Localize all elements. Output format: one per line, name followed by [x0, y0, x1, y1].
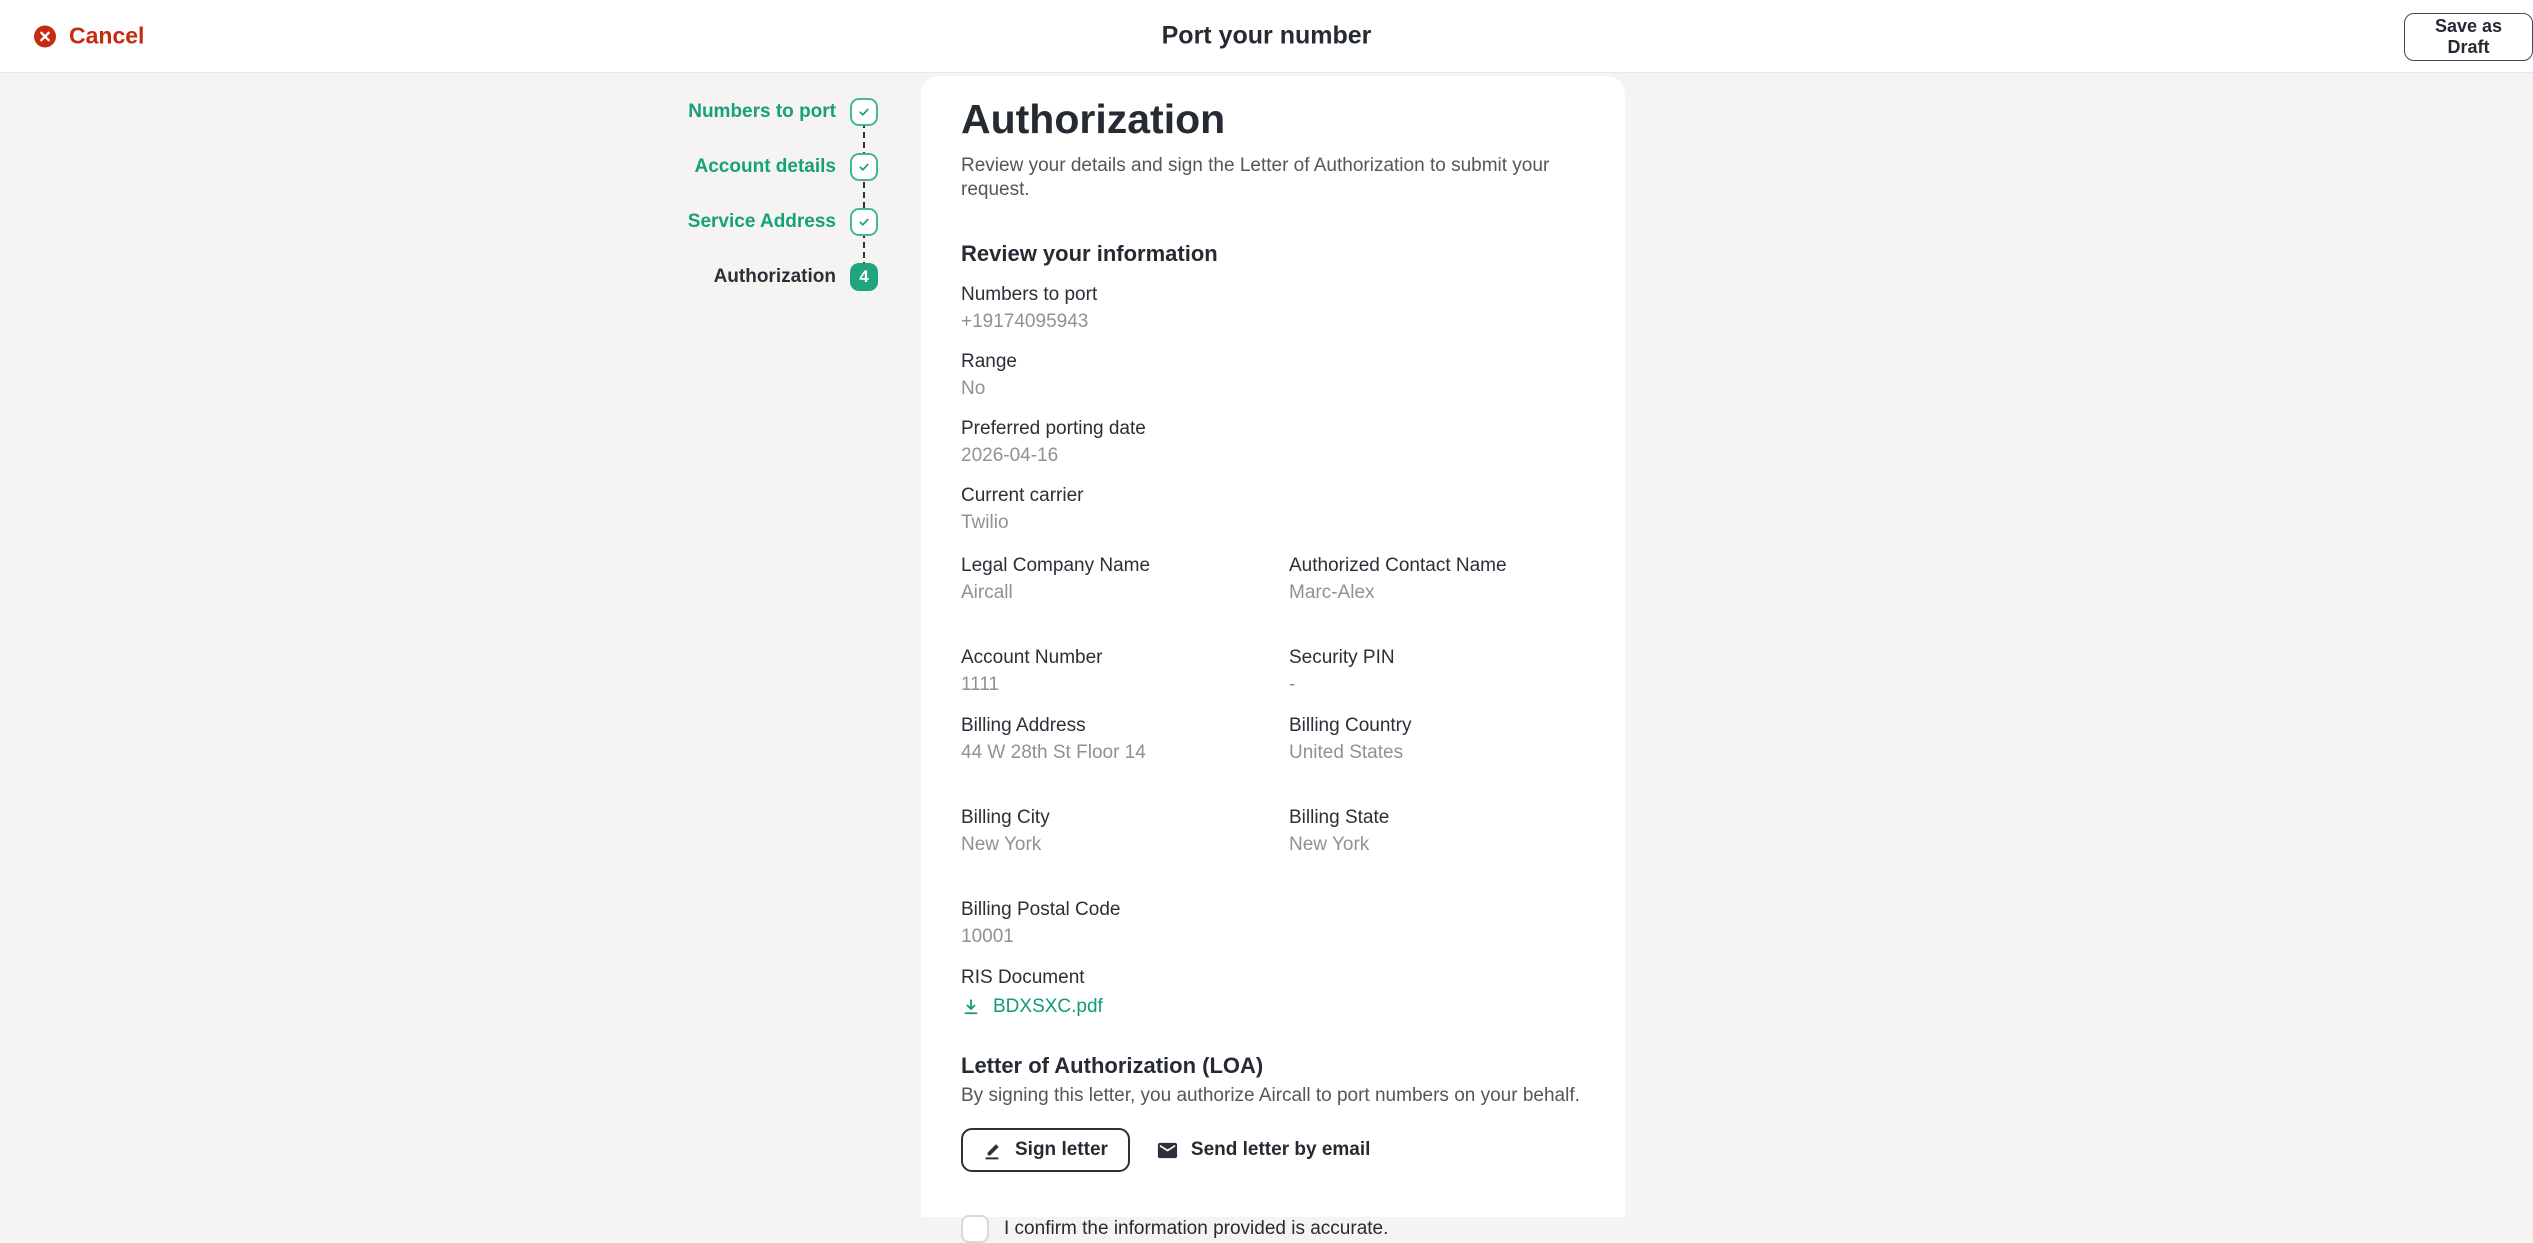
confirm-accuracy-label: I confirm the information provided is ac…: [1004, 1218, 1388, 1240]
field-label: Billing City: [961, 806, 1289, 830]
field-value: Aircall: [961, 581, 1289, 605]
field-label: RIS Document: [961, 966, 1585, 990]
field-value: +19174095943: [961, 310, 1585, 334]
single-fields-list: Numbers to port +19174095943 Range No Pr…: [961, 283, 1585, 535]
field-value: New York: [1289, 833, 1585, 857]
grid-empty-cell: [1289, 898, 1585, 949]
grid-row: Billing Postal Code 10001: [961, 898, 1585, 949]
field-label: Billing Postal Code: [961, 898, 1289, 922]
stepper-item-label: Numbers to port: [688, 101, 836, 123]
stepper-dashed-connector: [863, 112, 865, 278]
field-value: Twilio: [961, 511, 1585, 535]
window-title: Port your number: [0, 22, 2533, 51]
loa-description: By signing this letter, you authorize Ai…: [961, 1084, 1585, 1108]
wizard-stepper: Numbers to port Account details Service …: [700, 98, 878, 318]
field-label: Billing Address: [961, 714, 1289, 738]
field-value: 1111: [961, 673, 1289, 697]
field-label: Current carrier: [961, 484, 1585, 508]
send-letter-by-email-button[interactable]: Send letter by email: [1156, 1139, 1371, 1162]
field-value: -: [1289, 673, 1585, 697]
stepper-item-service-address[interactable]: Service Address: [700, 208, 878, 236]
send-letter-label: Send letter by email: [1191, 1139, 1371, 1161]
field-label: Authorized Contact Name: [1289, 554, 1585, 578]
check-icon: [850, 98, 878, 126]
field-billing-country: Billing Country United States: [1289, 714, 1585, 765]
field-label: Preferred porting date: [961, 417, 1585, 441]
check-icon: [850, 208, 878, 236]
field-current-carrier: Current carrier Twilio: [961, 484, 1585, 535]
step-number-badge: 4: [850, 263, 878, 291]
check-icon: [850, 153, 878, 181]
field-value: Marc-Alex: [1289, 581, 1585, 605]
save-as-draft-button[interactable]: Save as Draft: [2404, 13, 2533, 61]
grid-row: Billing City New York Billing State New …: [961, 806, 1585, 857]
pen-signature-icon: [983, 1140, 1003, 1160]
field-label: Range: [961, 350, 1585, 374]
mail-envelope-icon: [1156, 1139, 1179, 1162]
stepper-item-account-details[interactable]: Account details: [700, 153, 878, 181]
field-numbers-to-port: Numbers to port +19174095943: [961, 283, 1585, 334]
ris-file-download-link[interactable]: BDXSXC.pdf: [961, 996, 1103, 1018]
field-billing-state: Billing State New York: [1289, 806, 1585, 857]
grid-row: Account Number 1111 Security PIN -: [961, 646, 1585, 697]
page-title: Authorization: [961, 98, 1585, 141]
ris-document-block: RIS Document BDXSXC.pdf: [961, 966, 1585, 1022]
stepper-item-numbers-to-port[interactable]: Numbers to port: [700, 98, 878, 126]
field-billing-address: Billing Address 44 W 28th St Floor 14: [961, 714, 1289, 765]
authorization-card: Authorization Review your details and si…: [921, 76, 1625, 1217]
field-security-pin: Security PIN -: [1289, 646, 1585, 697]
stepper-item-label: Account details: [695, 156, 836, 178]
loa-section-heading: Letter of Authorization (LOA): [961, 1052, 1585, 1080]
sign-letter-button[interactable]: Sign letter: [961, 1128, 1130, 1172]
ris-file-name: BDXSXC.pdf: [993, 996, 1103, 1018]
confirm-accuracy-checkbox[interactable]: [961, 1215, 989, 1243]
field-label: Legal Company Name: [961, 554, 1289, 578]
topbar: Cancel Port your number Save as Draft: [0, 0, 2533, 73]
field-billing-city: Billing City New York: [961, 806, 1289, 857]
field-label: Account Number: [961, 646, 1289, 670]
review-section-heading: Review your information: [961, 240, 1585, 268]
grid-row: Legal Company Name Aircall Authorized Co…: [961, 554, 1585, 605]
field-preferred-porting-date: Preferred porting date 2026-04-16: [961, 417, 1585, 468]
confirm-row: I confirm the information provided is ac…: [961, 1215, 1585, 1243]
field-value: 2026-04-16: [961, 444, 1585, 468]
page-subtitle: Review your details and sign the Letter …: [961, 154, 1585, 202]
field-range: Range No: [961, 350, 1585, 401]
field-value: No: [961, 377, 1585, 401]
stepper-item-label: Authorization: [714, 266, 836, 288]
field-label: Security PIN: [1289, 646, 1585, 670]
field-billing-postal-code: Billing Postal Code 10001: [961, 898, 1289, 949]
field-value: 44 W 28th St Floor 14: [961, 741, 1289, 765]
field-authorized-contact-name: Authorized Contact Name Marc-Alex: [1289, 554, 1585, 605]
field-value: United States: [1289, 741, 1585, 765]
download-icon: [961, 997, 981, 1017]
stepper-item-authorization[interactable]: Authorization 4: [700, 263, 878, 291]
field-label: Billing State: [1289, 806, 1585, 830]
field-legal-company-name: Legal Company Name Aircall: [961, 554, 1289, 605]
field-value: New York: [961, 833, 1289, 857]
loa-actions-row: Sign letter Send letter by email: [961, 1128, 1585, 1172]
field-label: Numbers to port: [961, 283, 1585, 307]
field-account-number: Account Number 1111: [961, 646, 1289, 697]
sign-letter-label: Sign letter: [1015, 1139, 1108, 1161]
field-label: Billing Country: [1289, 714, 1585, 738]
grid-row: Billing Address 44 W 28th St Floor 14 Bi…: [961, 714, 1585, 765]
grid-fields-list: Legal Company Name Aircall Authorized Co…: [961, 554, 1585, 949]
field-value: 10001: [961, 925, 1289, 949]
stepper-item-label: Service Address: [688, 211, 836, 233]
